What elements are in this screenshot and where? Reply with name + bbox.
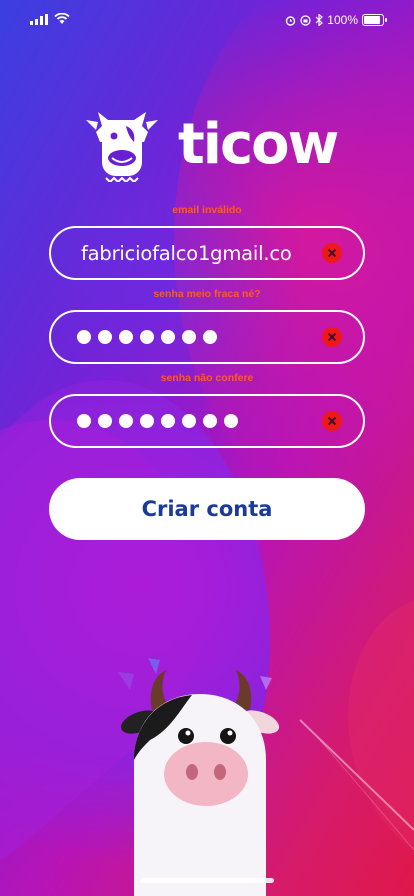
alarm-icon: [286, 15, 296, 26]
signup-screen: 100% ticow email inválido fabriciofalco1…: [0, 0, 414, 896]
password-dot: [77, 330, 91, 344]
password-dot: [182, 330, 196, 344]
password-dot: [182, 414, 196, 428]
app-logo: ticow: [84, 108, 339, 182]
confirm-password-error: senha não confere: [160, 372, 254, 384]
confirm-password-field[interactable]: [49, 394, 365, 448]
confirm-password-masked-value[interactable]: [51, 414, 322, 428]
password-dot: [140, 414, 154, 428]
password-dot: [224, 414, 238, 428]
password-dot: [98, 330, 112, 344]
battery-percent: 100%: [327, 13, 358, 27]
close-icon: [327, 416, 337, 426]
create-account-button[interactable]: Criar conta: [49, 478, 365, 540]
password-dot: [98, 414, 112, 428]
clear-icon[interactable]: [322, 411, 342, 431]
clear-icon[interactable]: [322, 243, 342, 263]
password-dot: [119, 414, 133, 428]
battery-icon: [362, 14, 387, 26]
password-field[interactable]: [49, 310, 365, 364]
bluetooth-icon: [315, 14, 324, 26]
clear-icon[interactable]: [322, 327, 342, 347]
logo-wordmark: ticow: [178, 112, 339, 177]
password-masked-value[interactable]: [51, 330, 322, 344]
password-dot: [119, 330, 133, 344]
cow-mascot-illustration: [118, 658, 280, 896]
close-icon: [327, 332, 337, 342]
status-bar: 100%: [0, 0, 414, 44]
password-dot: [203, 330, 217, 344]
cow-logo-icon: [86, 112, 158, 182]
password-dot: [161, 330, 175, 344]
email-input-value[interactable]: fabriciofalco1gmail.co: [51, 242, 322, 265]
close-icon: [327, 248, 337, 258]
orientation-lock-icon: [300, 14, 311, 26]
email-error: email inválido: [172, 204, 242, 216]
password-dot: [203, 414, 217, 428]
battery-level: [364, 16, 380, 24]
password-dot: [140, 330, 154, 344]
email-field[interactable]: fabriciofalco1gmail.co: [49, 226, 365, 280]
password-dot: [161, 414, 175, 428]
wifi-icon: [54, 13, 70, 24]
home-indicator[interactable]: [140, 878, 274, 883]
signal-icon: [30, 14, 48, 25]
password-dot: [77, 414, 91, 428]
password-error: senha meio fraca né?: [153, 288, 261, 300]
